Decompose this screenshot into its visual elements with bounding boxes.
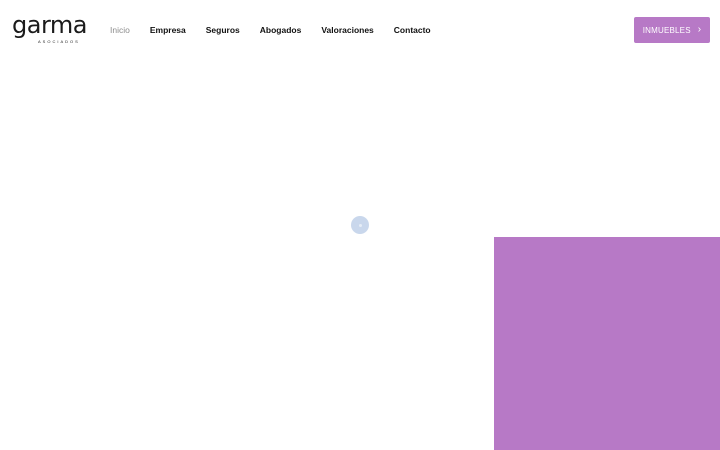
nav-item-contacto[interactable]: Contacto [394, 24, 431, 36]
inmuebles-button-label: INMUEBLES [642, 25, 691, 35]
nav-item-valoraciones[interactable]: Valoraciones [321, 24, 373, 36]
nav-item-seguros[interactable]: Seguros [206, 24, 240, 36]
site-header: garma ASOCIADOS Inicio Empresa Seguros A… [0, 0, 720, 60]
hero-color-block [494, 237, 720, 450]
logo-wordmark: garma [12, 11, 87, 39]
logo-subtext: ASOCIADOS [38, 39, 80, 44]
nav-item-abogados[interactable]: Abogados [260, 24, 302, 36]
main-nav: Inicio Empresa Seguros Abogados Valoraci… [110, 24, 451, 36]
page: garma ASOCIADOS Inicio Empresa Seguros A… [0, 0, 720, 450]
chevron-right-icon: › [697, 24, 702, 35]
nav-item-inicio[interactable]: Inicio [110, 24, 130, 36]
logo[interactable]: garma ASOCIADOS [12, 11, 87, 45]
inmuebles-button[interactable]: INMUEBLES › [634, 17, 710, 43]
loading-spinner-icon [351, 216, 369, 234]
loader-center-dot [358, 223, 362, 227]
nav-item-empresa[interactable]: Empresa [150, 24, 186, 36]
